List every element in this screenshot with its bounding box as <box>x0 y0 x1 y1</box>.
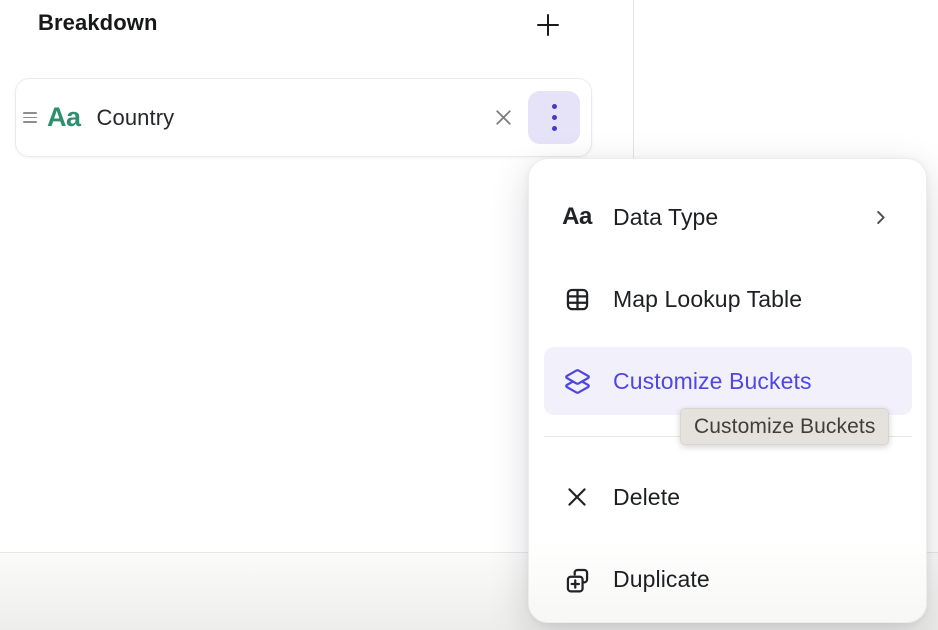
table-icon <box>563 286 591 313</box>
menu-item-map-lookup-table[interactable]: Map Lookup Table <box>544 277 912 321</box>
text-type-icon: Aa <box>47 102 81 133</box>
close-icon <box>491 105 516 130</box>
remove-field-button[interactable] <box>486 101 520 135</box>
add-breakdown-button[interactable] <box>529 6 567 44</box>
plus-icon <box>533 10 563 40</box>
menu-item-duplicate[interactable]: Duplicate <box>544 557 912 601</box>
panel-header: Breakdown <box>38 10 578 36</box>
breakdown-field-card[interactable]: Aa Country <box>15 78 592 157</box>
kebab-icon <box>552 104 557 131</box>
page-title: Breakdown <box>38 10 157 35</box>
menu-item-data-type[interactable]: Aa Data Type <box>544 195 912 239</box>
layers-icon <box>563 368 591 395</box>
field-options-button[interactable] <box>528 91 580 144</box>
menu-item-label: Data Type <box>613 204 718 231</box>
menu-item-label: Delete <box>613 484 680 511</box>
menu-item-label: Duplicate <box>613 566 710 593</box>
copy-plus-icon <box>563 566 591 593</box>
aa-text-icon: Aa <box>563 203 591 231</box>
menu-item-customize-buckets[interactable]: Customize Buckets <box>544 347 912 415</box>
field-label: Country <box>97 105 175 131</box>
menu-item-label: Customize Buckets <box>613 368 812 395</box>
breakdown-panel-page: Breakdown Aa Country <box>0 0 938 630</box>
menu-item-delete[interactable]: Delete <box>544 475 912 519</box>
field-options-menu: Aa Data Type Map Lookup Table <box>528 158 927 623</box>
drag-handle-icon[interactable] <box>23 112 37 123</box>
x-icon <box>563 484 591 510</box>
menu-item-label: Map Lookup Table <box>613 286 802 313</box>
tooltip-text: Customize Buckets <box>694 415 875 439</box>
customize-buckets-tooltip: Customize Buckets <box>680 408 889 445</box>
chevron-right-icon <box>871 208 890 227</box>
